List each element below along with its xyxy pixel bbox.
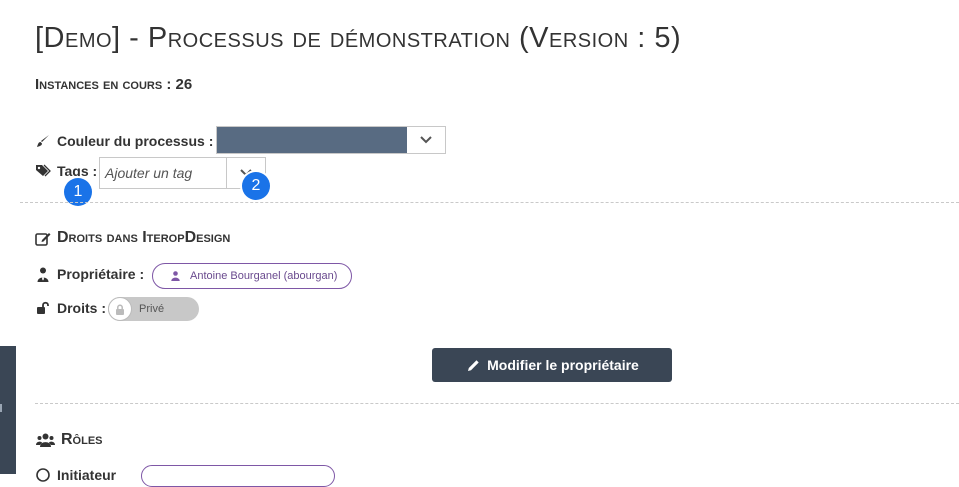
initiator-icon (35, 467, 51, 483)
initiator-label: Initiateur (57, 467, 117, 483)
owner-row: Propriétaire : (35, 266, 144, 282)
process-color-row: Couleur du processus : (35, 133, 213, 149)
tags-placeholder[interactable]: Ajouter un tag (100, 158, 226, 188)
user-icon (167, 268, 183, 284)
rights-toggle[interactable]: Privé (108, 297, 199, 321)
annotation-marker-2: 2 (242, 172, 270, 200)
initiator-row: Initiateur (35, 467, 116, 483)
chevron-down-icon[interactable] (407, 127, 445, 153)
lock-icon (108, 297, 132, 321)
tags-input[interactable]: Ajouter un tag (99, 157, 266, 189)
divider (20, 202, 959, 203)
pencil-icon (465, 357, 481, 373)
paintbrush-icon (35, 133, 51, 149)
unlock-icon (35, 300, 51, 316)
rights-section-title: Droits dans IteropDesign (35, 229, 230, 247)
process-color-label: Couleur du processus : (57, 133, 214, 149)
instances-count: Instances en cours : 26 (35, 76, 193, 93)
rights-toggle-label: Privé (139, 303, 165, 315)
modify-owner-label: Modifier le propriétaire (487, 357, 639, 373)
rights-label: Droits : (57, 300, 106, 316)
divider (35, 403, 959, 404)
rights-section-label: Droits dans IteropDesign (57, 229, 231, 246)
modify-owner-button[interactable]: Modifier le propriétaire (432, 348, 672, 382)
roles-section-label: Rôles (61, 431, 103, 448)
tags-icon (35, 163, 51, 179)
users-icon (35, 432, 55, 448)
tags-label: Tags : (57, 163, 98, 179)
side-panel-tab[interactable] (0, 346, 16, 474)
initiator-badge[interactable] (141, 465, 335, 487)
process-color-swatch (217, 127, 407, 153)
edit-icon (35, 230, 51, 246)
page-title: [Demo] - Processus de démonstration (Ver… (35, 22, 682, 54)
rights-row: Droits : (35, 300, 106, 316)
process-color-select[interactable] (216, 126, 446, 154)
roles-section-title: Rôles (35, 431, 103, 449)
owner-label: Propriétaire : (57, 266, 145, 282)
owner-badge[interactable]: Antoine Bourganel (abourgan) (152, 263, 353, 289)
tags-row: Tags : (35, 163, 97, 179)
owner-name: Antoine Bourganel (abourgan) (190, 270, 338, 282)
side-panel-handle (0, 404, 2, 412)
user-tie-icon (35, 266, 51, 282)
